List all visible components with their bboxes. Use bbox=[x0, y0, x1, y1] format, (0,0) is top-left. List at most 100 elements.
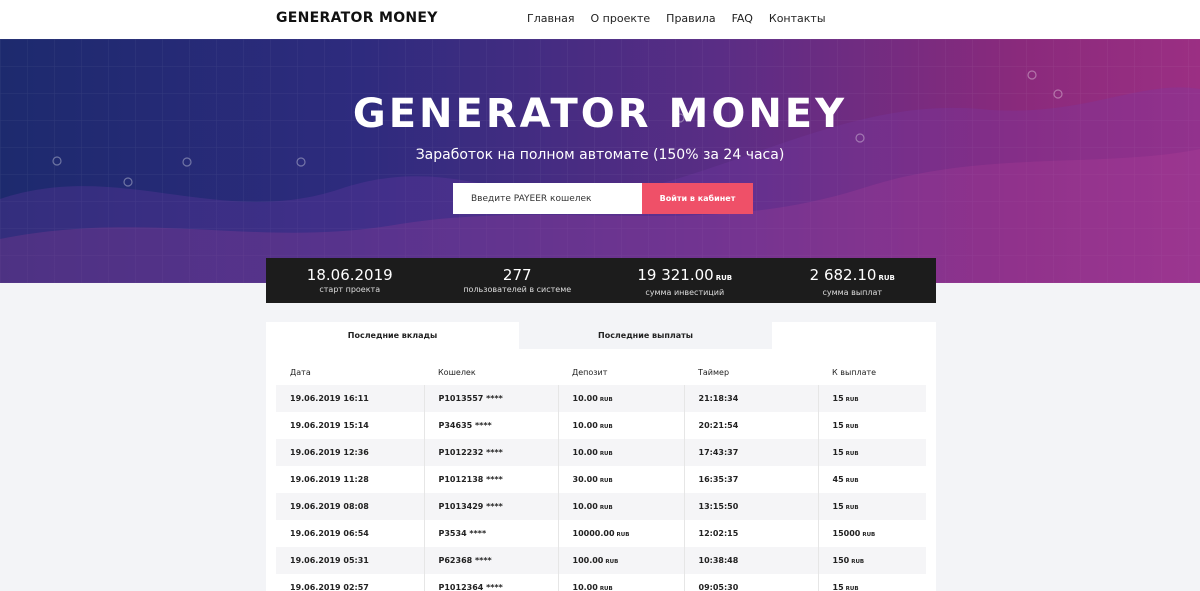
hero-subtitle: Заработок на полном автомате (150% за 24… bbox=[415, 147, 785, 163]
currency-label: RUB bbox=[599, 505, 613, 511]
currency-label: RUB bbox=[616, 532, 630, 538]
nav-about[interactable]: О проекте bbox=[591, 12, 651, 25]
stat-label: старт проекта bbox=[319, 285, 381, 294]
table-row: 19.06.2019 02:57 P1012364 **** 10.00 RUB 09:… bbox=[276, 574, 926, 591]
nav-faq[interactable]: FAQ bbox=[732, 12, 753, 25]
stat-start-date: 18.06.2019 старт проекта bbox=[266, 258, 434, 303]
cell-date: 19.06.2019 11:28 bbox=[276, 466, 424, 493]
stat-payouts: 2 682.10 RUB сумма выплат bbox=[769, 258, 937, 303]
table-row: 19.06.2019 12:36 P1012232 **** 10.00 RUB 17:… bbox=[276, 439, 926, 466]
tab-latest-deposits[interactable]: Последние вклады bbox=[266, 322, 519, 349]
cell-wallet-value: P3534 **** bbox=[438, 529, 487, 538]
cell-date: 19.06.2019 05:31 bbox=[276, 547, 424, 574]
header-timer: Таймер bbox=[684, 359, 818, 385]
cell-date: 19.06.2019 15:14 bbox=[276, 412, 424, 439]
cell-wallet-value: P34635 **** bbox=[438, 421, 492, 430]
cell-timer: 20:21:54 bbox=[683, 412, 818, 439]
stat-label: сумма инвестиций bbox=[645, 288, 725, 297]
stat-value: 2 682.10 bbox=[809, 266, 877, 284]
cell-payout-value: 150 bbox=[832, 556, 850, 565]
cell-timer-value: 09:05:30 bbox=[698, 583, 739, 591]
main-nav: Главная О проекте Правила FAQ Контакты bbox=[527, 12, 826, 25]
cell-date-value: 19.06.2019 06:54 bbox=[290, 529, 369, 538]
table-row: 19.06.2019 11:28 P1012138 **** 30.00 RUB 16:… bbox=[276, 466, 926, 493]
cell-payout-value: 15 bbox=[832, 394, 844, 403]
tab-latest-payouts[interactable]: Последние выплаты bbox=[519, 322, 772, 349]
cell-date-value: 19.06.2019 05:31 bbox=[290, 556, 369, 565]
cell-deposit-value: 30.00 bbox=[572, 475, 598, 484]
header-deposit: Депозит bbox=[558, 359, 684, 385]
stat-currency: RUB bbox=[715, 274, 733, 282]
cell-timer-value: 13:15:50 bbox=[698, 502, 739, 511]
cell-timer: 10:38:48 bbox=[683, 547, 818, 574]
cell-deposit: 10000.00 RUB bbox=[557, 520, 684, 547]
stat-label: пользователей в системе bbox=[463, 285, 572, 294]
cell-payout: 15 RUB bbox=[817, 412, 926, 439]
currency-label: RUB bbox=[845, 397, 859, 403]
currency-label: RUB bbox=[845, 451, 859, 457]
cell-payout: 15000 RUB bbox=[817, 520, 926, 547]
cell-wallet: P1013429 **** bbox=[423, 493, 558, 520]
cell-timer-value: 21:18:34 bbox=[698, 394, 739, 403]
cell-payout: 15 RUB bbox=[817, 439, 926, 466]
top-bar: GENERATOR MONEY Главная О проекте Правил… bbox=[0, 0, 1200, 39]
cell-payout-value: 15 bbox=[832, 583, 844, 591]
cell-date-value: 19.06.2019 02:57 bbox=[290, 583, 369, 591]
cell-wallet-value: P1012138 **** bbox=[438, 475, 503, 484]
nav-rules[interactable]: Правила bbox=[666, 12, 715, 25]
currency-label: RUB bbox=[599, 478, 613, 484]
cell-date-value: 19.06.2019 12:36 bbox=[290, 448, 369, 457]
cell-date: 19.06.2019 08:08 bbox=[276, 493, 424, 520]
cell-timer: 16:35:37 bbox=[683, 466, 818, 493]
cell-payout: 15 RUB bbox=[817, 493, 926, 520]
table-row: 19.06.2019 08:08 P1013429 **** 10.00 RUB 13:… bbox=[276, 493, 926, 520]
login-button[interactable]: Войти в кабинет bbox=[642, 183, 753, 214]
cell-deposit: 10.00 RUB bbox=[557, 412, 684, 439]
cell-wallet: P62368 **** bbox=[423, 547, 558, 574]
cell-wallet: P1012232 **** bbox=[423, 439, 558, 466]
cell-timer-value: 12:02:15 bbox=[698, 529, 739, 538]
cell-wallet: P1012364 **** bbox=[423, 574, 558, 591]
cell-wallet: P1012138 **** bbox=[423, 466, 558, 493]
table-row: 19.06.2019 05:31 P62368 **** 100.00 RUB 10:3… bbox=[276, 547, 926, 574]
nav-home[interactable]: Главная bbox=[527, 12, 575, 25]
cell-payout-value: 15 bbox=[832, 421, 844, 430]
cell-date: 19.06.2019 16:11 bbox=[276, 385, 424, 412]
cell-date-value: 19.06.2019 15:14 bbox=[290, 421, 369, 430]
currency-label: RUB bbox=[851, 559, 865, 565]
currency-label: RUB bbox=[599, 424, 613, 430]
cell-payout-value: 15000 bbox=[832, 529, 861, 538]
cell-date: 19.06.2019 06:54 bbox=[276, 520, 424, 547]
cell-timer: 12:02:15 bbox=[683, 520, 818, 547]
cell-timer: 09:05:30 bbox=[683, 574, 818, 591]
cell-timer-value: 16:35:37 bbox=[698, 475, 739, 484]
currency-label: RUB bbox=[599, 586, 613, 591]
hero-title: GENERATOR MONEY bbox=[352, 91, 848, 137]
stat-users: 277 пользователей в системе bbox=[434, 258, 602, 303]
stat-investments: 19 321.00 RUB сумма инвестиций bbox=[601, 258, 769, 303]
payeer-wallet-input[interactable] bbox=[453, 183, 642, 214]
currency-label: RUB bbox=[845, 478, 859, 484]
cell-payout: 15 RUB bbox=[817, 385, 926, 412]
stat-value: 277 bbox=[502, 266, 532, 284]
cell-timer-value: 10:38:48 bbox=[698, 556, 739, 565]
cell-deposit: 10.00 RUB bbox=[557, 385, 684, 412]
nav-contacts[interactable]: Контакты bbox=[769, 12, 826, 25]
deposits-table: Дата Кошелек Депозит Таймер К выплате 19… bbox=[276, 359, 926, 591]
cell-deposit-value: 10.00 bbox=[572, 394, 598, 403]
cell-deposit: 100.00 RUB bbox=[557, 547, 684, 574]
header-payout: К выплате bbox=[818, 359, 926, 385]
tabs: Последние вклады Последние выплаты bbox=[266, 322, 936, 349]
cell-deposit: 10.00 RUB bbox=[557, 439, 684, 466]
table-body: 19.06.2019 16:11 P1013557 **** 10.00 RUB 21:… bbox=[276, 385, 926, 591]
cell-timer: 13:15:50 bbox=[683, 493, 818, 520]
cell-payout-value: 15 bbox=[832, 502, 844, 511]
cell-date: 19.06.2019 12:36 bbox=[276, 439, 424, 466]
table-row: 19.06.2019 06:54 P3534 **** 10000.00 RUB 12:… bbox=[276, 520, 926, 547]
cell-wallet: P1013557 **** bbox=[423, 385, 558, 412]
cell-deposit-value: 10000.00 bbox=[572, 529, 615, 538]
site-logo[interactable]: GENERATOR MONEY bbox=[276, 10, 438, 26]
cell-deposit: 30.00 RUB bbox=[557, 466, 684, 493]
cell-deposit: 10.00 RUB bbox=[557, 574, 684, 591]
cell-wallet-value: P1013429 **** bbox=[438, 502, 503, 511]
